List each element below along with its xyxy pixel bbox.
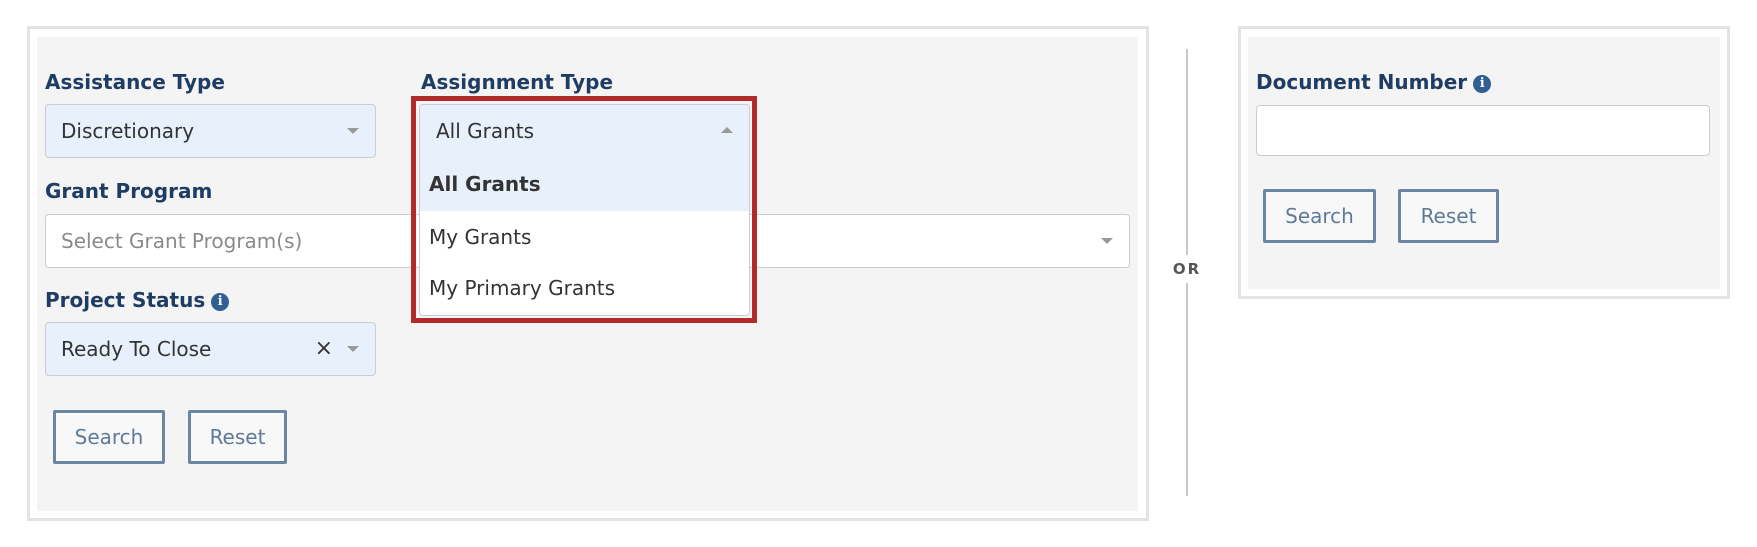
project-status-label: Project Status i [45,288,230,312]
project-status-select[interactable]: Ready To Close × [45,322,376,376]
document-number-label: Document Number i [1256,70,1492,94]
close-icon[interactable]: × [315,336,333,361]
document-number-label-text: Document Number [1256,70,1468,94]
project-status-value: Ready To Close [61,337,212,361]
document-search-button[interactable]: Search [1263,189,1376,243]
or-label: OR [1170,255,1204,283]
grant-program-placeholder: Select Grant Program(s) [61,229,303,253]
chevron-down-icon [1101,238,1113,244]
assistance-type-select[interactable]: Discretionary [45,104,376,158]
info-icon[interactable]: i [211,293,230,311]
info-icon[interactable]: i [1473,75,1492,93]
document-number-input[interactable] [1256,105,1710,156]
chevron-down-icon [347,128,359,134]
dropdown-highlight-box [411,96,757,323]
search-button[interactable]: Search [53,410,165,464]
project-status-label-text: Project Status [45,288,206,312]
assignment-type-label: Assignment Type [421,70,614,94]
document-reset-button[interactable]: Reset [1398,189,1499,243]
chevron-down-icon [347,346,359,352]
assistance-type-label: Assistance Type [45,70,225,94]
assistance-type-value: Discretionary [61,119,195,143]
reset-button[interactable]: Reset [188,410,287,464]
grant-program-label: Grant Program [45,179,213,203]
